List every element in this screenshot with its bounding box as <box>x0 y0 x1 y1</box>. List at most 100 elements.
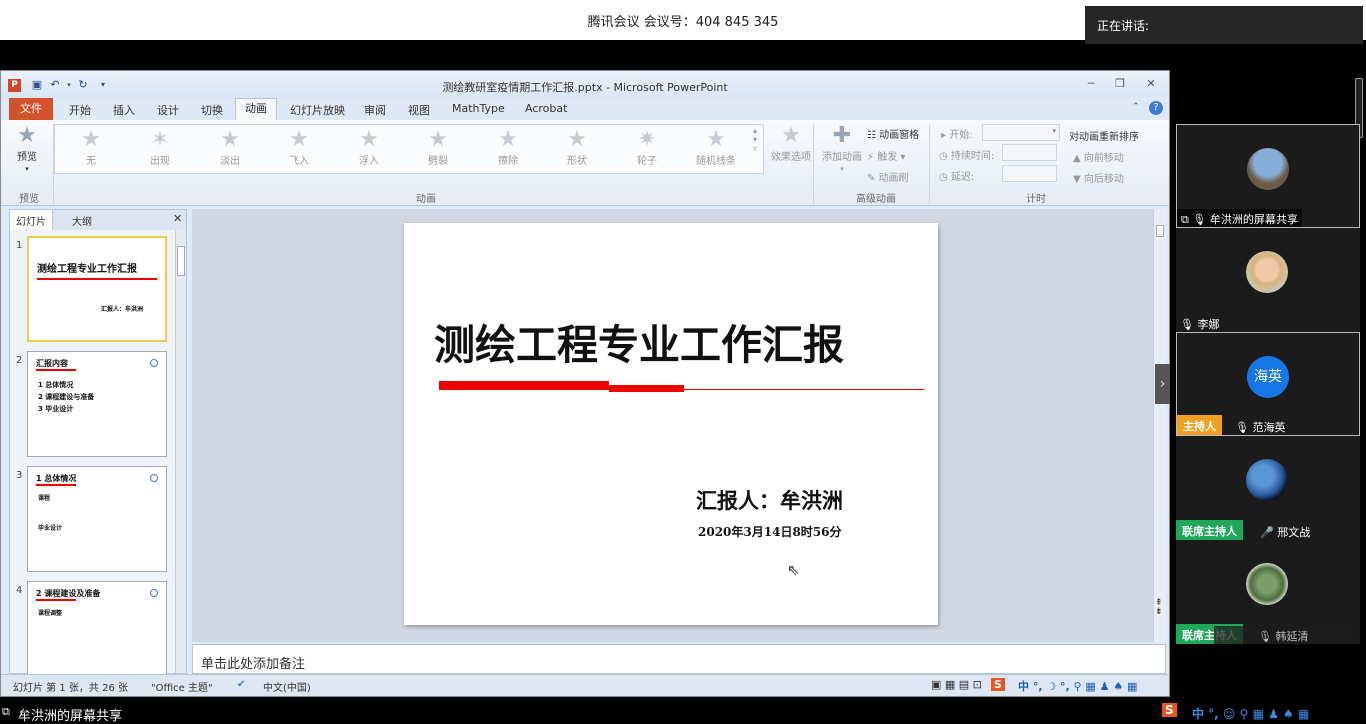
tab-review[interactable]: 审阅 <box>364 102 386 118</box>
spell-check-icon[interactable]: ✔ <box>237 679 245 690</box>
language[interactable]: 中文(中国) <box>263 679 311 694</box>
participant-tile[interactable]: 联席主持人 🎙 韩延清 <box>1176 540 1360 644</box>
prev-next-slide-icon[interactable]: ⇞ ⇟ <box>1155 599 1163 617</box>
view-buttons[interactable]: ▣ ▦ ▤ ⊡ <box>931 678 982 691</box>
anim-fade[interactable]: ★ 淡出 <box>200 128 260 168</box>
ime-toolbar[interactable]: 中 °, ☺ ⚲ ▦ ♟ ♠ ▦ <box>1192 705 1309 722</box>
delay-stepper[interactable] <box>1002 165 1057 182</box>
clock-icon <box>150 589 158 597</box>
notes-placeholder: 单击此处添加备注 <box>201 657 306 672</box>
ribbon-animations: ★ 预览 ▾ 预览 ★ 无 ✶ 出现 ★ 淡出 ★ 飞入 ★ 浮入 ★ 劈裂 ★ 擦除 ★ 形状 … <box>1 120 1169 206</box>
duration-label: ◷ 持续时间: <box>939 151 995 162</box>
slide-title[interactable]: 测绘工程专业工作汇报 <box>434 311 844 371</box>
slide-thumbnail-2[interactable]: 汇报内容 1 总体情况 2 课程建设与准备 3 毕业设计 <box>27 351 167 457</box>
anim-wheel[interactable]: ✷ 轮子 <box>617 127 677 168</box>
participant-tile[interactable]: 联席主持人 🎤 邢文战 <box>1176 436 1360 540</box>
tab-mathtype[interactable]: MathType <box>452 102 505 115</box>
tab-file[interactable]: 文件 <box>9 98 53 120</box>
anim-float-in[interactable]: ★ 浮入 <box>339 127 399 168</box>
anim-fly-in[interactable]: ★ 飞入 <box>269 128 329 168</box>
tab-animations[interactable]: 动画 <box>235 98 277 121</box>
restore-button[interactable]: ❐ <box>1110 77 1130 93</box>
minimize-ribbon-icon[interactable]: ⌃ <box>1132 102 1140 112</box>
slide-thumbnail-3[interactable]: 1 总体情况 课程 毕业设计 <box>27 466 167 572</box>
current-slide[interactable]: 测绘工程专业工作汇报 汇报人：牟洪洲 2020年3月14日8时56分 ⇖ <box>404 223 938 625</box>
anim-appear[interactable]: ✶ 出现 <box>130 127 190 168</box>
star-icon: ★ <box>428 127 448 152</box>
collapse-sidebar-chevron-icon[interactable]: › <box>1155 364 1170 404</box>
tab-view[interactable]: 视图 <box>408 102 430 118</box>
tab-slideshow[interactable]: 幻灯片放映 <box>290 102 345 118</box>
panel-scrollbar[interactable] <box>175 230 186 673</box>
anim-split[interactable]: ★ 劈裂 <box>408 127 468 168</box>
duration-stepper[interactable] <box>1002 144 1057 161</box>
sogou-ime-icon[interactable]: S <box>991 678 1005 691</box>
tab-design[interactable]: 设计 <box>157 102 179 118</box>
notes-pane[interactable]: 单击此处添加备注 <box>192 644 1166 674</box>
title-bar: P ▣ ↶ ▾ ↻ ▾ 测绘教研室疫情期工作汇报.pptx - Microsof… <box>1 71 1169 98</box>
role-badge: 主持人 <box>1177 415 1222 435</box>
group-label-preview: 预览 <box>19 194 39 205</box>
animation-painter-button[interactable]: ✎ 动画刷 <box>867 169 909 184</box>
share-label: 牟洪洲的屏幕共享 <box>18 709 123 724</box>
star-icon: ★ <box>706 127 726 152</box>
move-earlier-button[interactable]: ▲ 向前移动 <box>1073 149 1124 164</box>
delay-label: ◷ 延迟: <box>939 172 975 183</box>
participant-name: 🎤 邢文战 <box>1260 526 1311 539</box>
panel-scroll-thumb[interactable] <box>177 246 185 276</box>
preview-button[interactable]: ★ 预览 ▾ <box>0 124 57 174</box>
participant-tile[interactable]: 🎙 李娜 <box>1176 228 1360 332</box>
animation-pane-button[interactable]: ☷ 动画窗格 <box>867 126 919 141</box>
title-underline-thin <box>684 389 924 390</box>
bottom-bar: ⧉ 牟洪洲的屏幕共享 S 中 °, ☺ ⚲ ▦ ♟ ♠ ▦ <box>0 702 1366 724</box>
title-underline-medium <box>609 385 684 392</box>
participant-tile[interactable]: ⧉ 🎙 牟洪洲的屏幕共享 <box>1176 124 1360 228</box>
tab-outline[interactable]: 大纲 <box>72 213 92 228</box>
slide-thumbnail-4[interactable]: 2 课程建设及准备 课程调整 <box>27 581 167 687</box>
close-panel-icon[interactable]: ✕ <box>173 212 182 225</box>
group-label-animation: 动画 <box>416 194 436 205</box>
star-icon: ✶ <box>150 127 170 152</box>
status-bar: 幻灯片 第 1 张，共 26 张 "Office 主题" ✔ 中文(中国) ▣ … <box>1 674 1169 696</box>
anim-wipe[interactable]: ★ 擦除 <box>478 128 538 168</box>
minimize-button[interactable]: ─ <box>1081 77 1101 93</box>
role-badge: 联席主持人 <box>1176 520 1243 540</box>
start-dropdown[interactable]: ▾ <box>982 124 1060 141</box>
avatar <box>1246 251 1288 293</box>
tab-home[interactable]: 开始 <box>69 102 91 118</box>
add-animation-button[interactable]: ✚ 添加动画 ▾ <box>812 124 872 174</box>
sogou-ime-icon[interactable]: S <box>1162 703 1177 717</box>
gallery-scroll-icon[interactable]: ▴ ▾ ▿ <box>753 126 757 153</box>
mic-muted-icon: 🎙 <box>1180 318 1198 331</box>
star-icon: ✷ <box>637 127 657 152</box>
trigger-button[interactable]: ⚡ 触发 ▾ <box>867 148 905 163</box>
slide-reporter[interactable]: 汇报人：牟洪洲 <box>696 485 843 515</box>
tab-insert[interactable]: 插入 <box>113 102 135 118</box>
anim-none[interactable]: ★ 无 <box>61 128 121 168</box>
clock-icon <box>150 474 158 482</box>
close-button[interactable]: ✕ <box>1141 77 1161 93</box>
avatar <box>1246 459 1288 501</box>
group-label-timing: 计时 <box>1026 194 1046 205</box>
tab-slides[interactable]: 幻灯片 <box>10 210 53 230</box>
slides-panel: 幻灯片 大纲 ✕ 1 测绘工程专业工作汇报 汇报人：牟洪洲 2 汇报内容 1 总… <box>9 209 187 687</box>
participant-name: 🎙 韩延清 <box>1214 626 1357 644</box>
slide-scroll-thumb[interactable] <box>1156 225 1164 237</box>
move-later-button[interactable]: ▼ 向后移动 <box>1073 170 1124 185</box>
star-icon: ★ <box>359 127 379 152</box>
ime-toolbar[interactable]: 中 °, ☽ °, ⚲ ▦ ♟ ♠ ▦ <box>1018 678 1137 694</box>
anim-shape[interactable]: ★ 形状 <box>547 128 607 168</box>
window-title: 测绘教研室疫情期工作汇报.pptx - Microsoft PowerPoint <box>442 81 728 94</box>
slide-thumbnail-1[interactable]: 测绘工程专业工作汇报 汇报人：牟洪洲 <box>27 236 167 342</box>
slide-scrollbar[interactable]: ⇞ ⇟ <box>1153 209 1166 642</box>
mouse-cursor-icon: ⇖ <box>787 561 800 579</box>
anim-random-bars[interactable]: ★ 随机线条 <box>686 127 746 168</box>
tab-transitions[interactable]: 切换 <box>201 102 223 118</box>
participant-tile[interactable]: 海英 主持人 🎙 范海英 <box>1176 332 1360 436</box>
start-label: ▸ 开始: <box>941 130 973 141</box>
help-icon[interactable]: ? <box>1149 101 1163 115</box>
add-animation-icon: ✚ <box>832 123 852 148</box>
slide-date[interactable]: 2020年3月14日8时56分 <box>698 523 842 540</box>
tab-acrobat[interactable]: Acrobat <box>525 102 567 115</box>
ribbon-tabs: 文件 开始 插入 设计 切换 动画 幻灯片放映 审阅 视图 MathType A… <box>1 98 1169 121</box>
